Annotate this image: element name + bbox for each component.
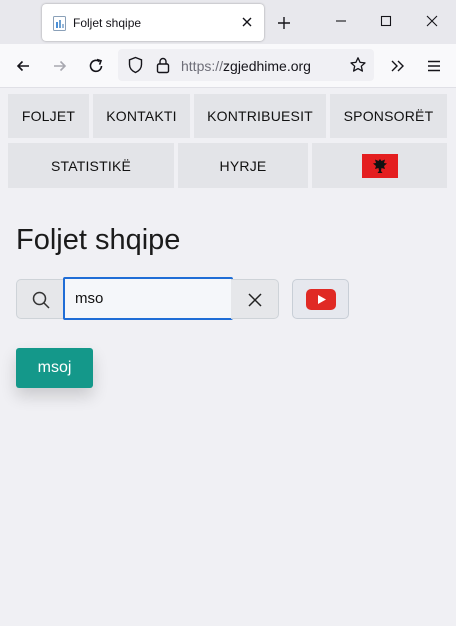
youtube-icon <box>305 288 336 310</box>
browser-navigation-bar: https://zgjedhime.org <box>0 44 456 88</box>
double-headed-eagle-icon <box>372 158 387 173</box>
new-tab-icon[interactable] <box>276 15 292 31</box>
url-text[interactable]: https://zgjedhime.org <box>181 58 311 74</box>
nav-hyrje-button[interactable]: HYRJE <box>178 143 308 188</box>
minimize-icon[interactable] <box>334 14 348 28</box>
verb-result-button[interactable]: msoj <box>16 348 93 388</box>
nav-kontakti-button[interactable]: KONTAKTI <box>93 94 190 138</box>
page-favicon <box>53 16 66 31</box>
bookmark-star-icon[interactable] <box>349 56 367 74</box>
reload-icon[interactable] <box>87 57 105 75</box>
forward-icon <box>54 60 67 72</box>
nav-sponsoret-button[interactable]: SPONSORËT <box>330 94 447 138</box>
albania-flag-icon <box>361 153 398 178</box>
youtube-button[interactable] <box>292 279 349 319</box>
clear-icon[interactable] <box>247 292 263 308</box>
url-bar[interactable]: https://zgjedhime.org <box>118 49 374 81</box>
page-title: Foljet shqipe <box>16 224 181 256</box>
maximize-icon[interactable] <box>379 14 393 28</box>
language-flag-button[interactable] <box>312 143 447 188</box>
clear-search-button[interactable] <box>231 279 279 319</box>
close-tab-icon[interactable] <box>240 15 254 29</box>
search-addon <box>16 279 64 319</box>
lock-icon[interactable] <box>155 56 171 74</box>
nav-foljet-button[interactable]: FOLJET <box>8 94 89 138</box>
back-icon[interactable] <box>14 57 32 75</box>
search-input[interactable] <box>63 277 233 320</box>
browser-tab-strip: Foljet shqipe <box>0 0 456 44</box>
nav-kontribuesit-button[interactable]: KONTRIBUESIT <box>194 94 326 138</box>
overflow-chevrons-icon[interactable] <box>389 57 407 75</box>
browser-tab[interactable]: Foljet shqipe <box>42 4 264 41</box>
shield-icon[interactable] <box>127 56 144 74</box>
tab-title: Foljet shqipe <box>73 16 142 30</box>
close-window-icon[interactable] <box>425 14 439 28</box>
hamburger-menu-icon[interactable] <box>425 57 443 75</box>
search-icon <box>32 291 50 309</box>
nav-statistike-button[interactable]: STATISTIKË <box>8 143 174 188</box>
